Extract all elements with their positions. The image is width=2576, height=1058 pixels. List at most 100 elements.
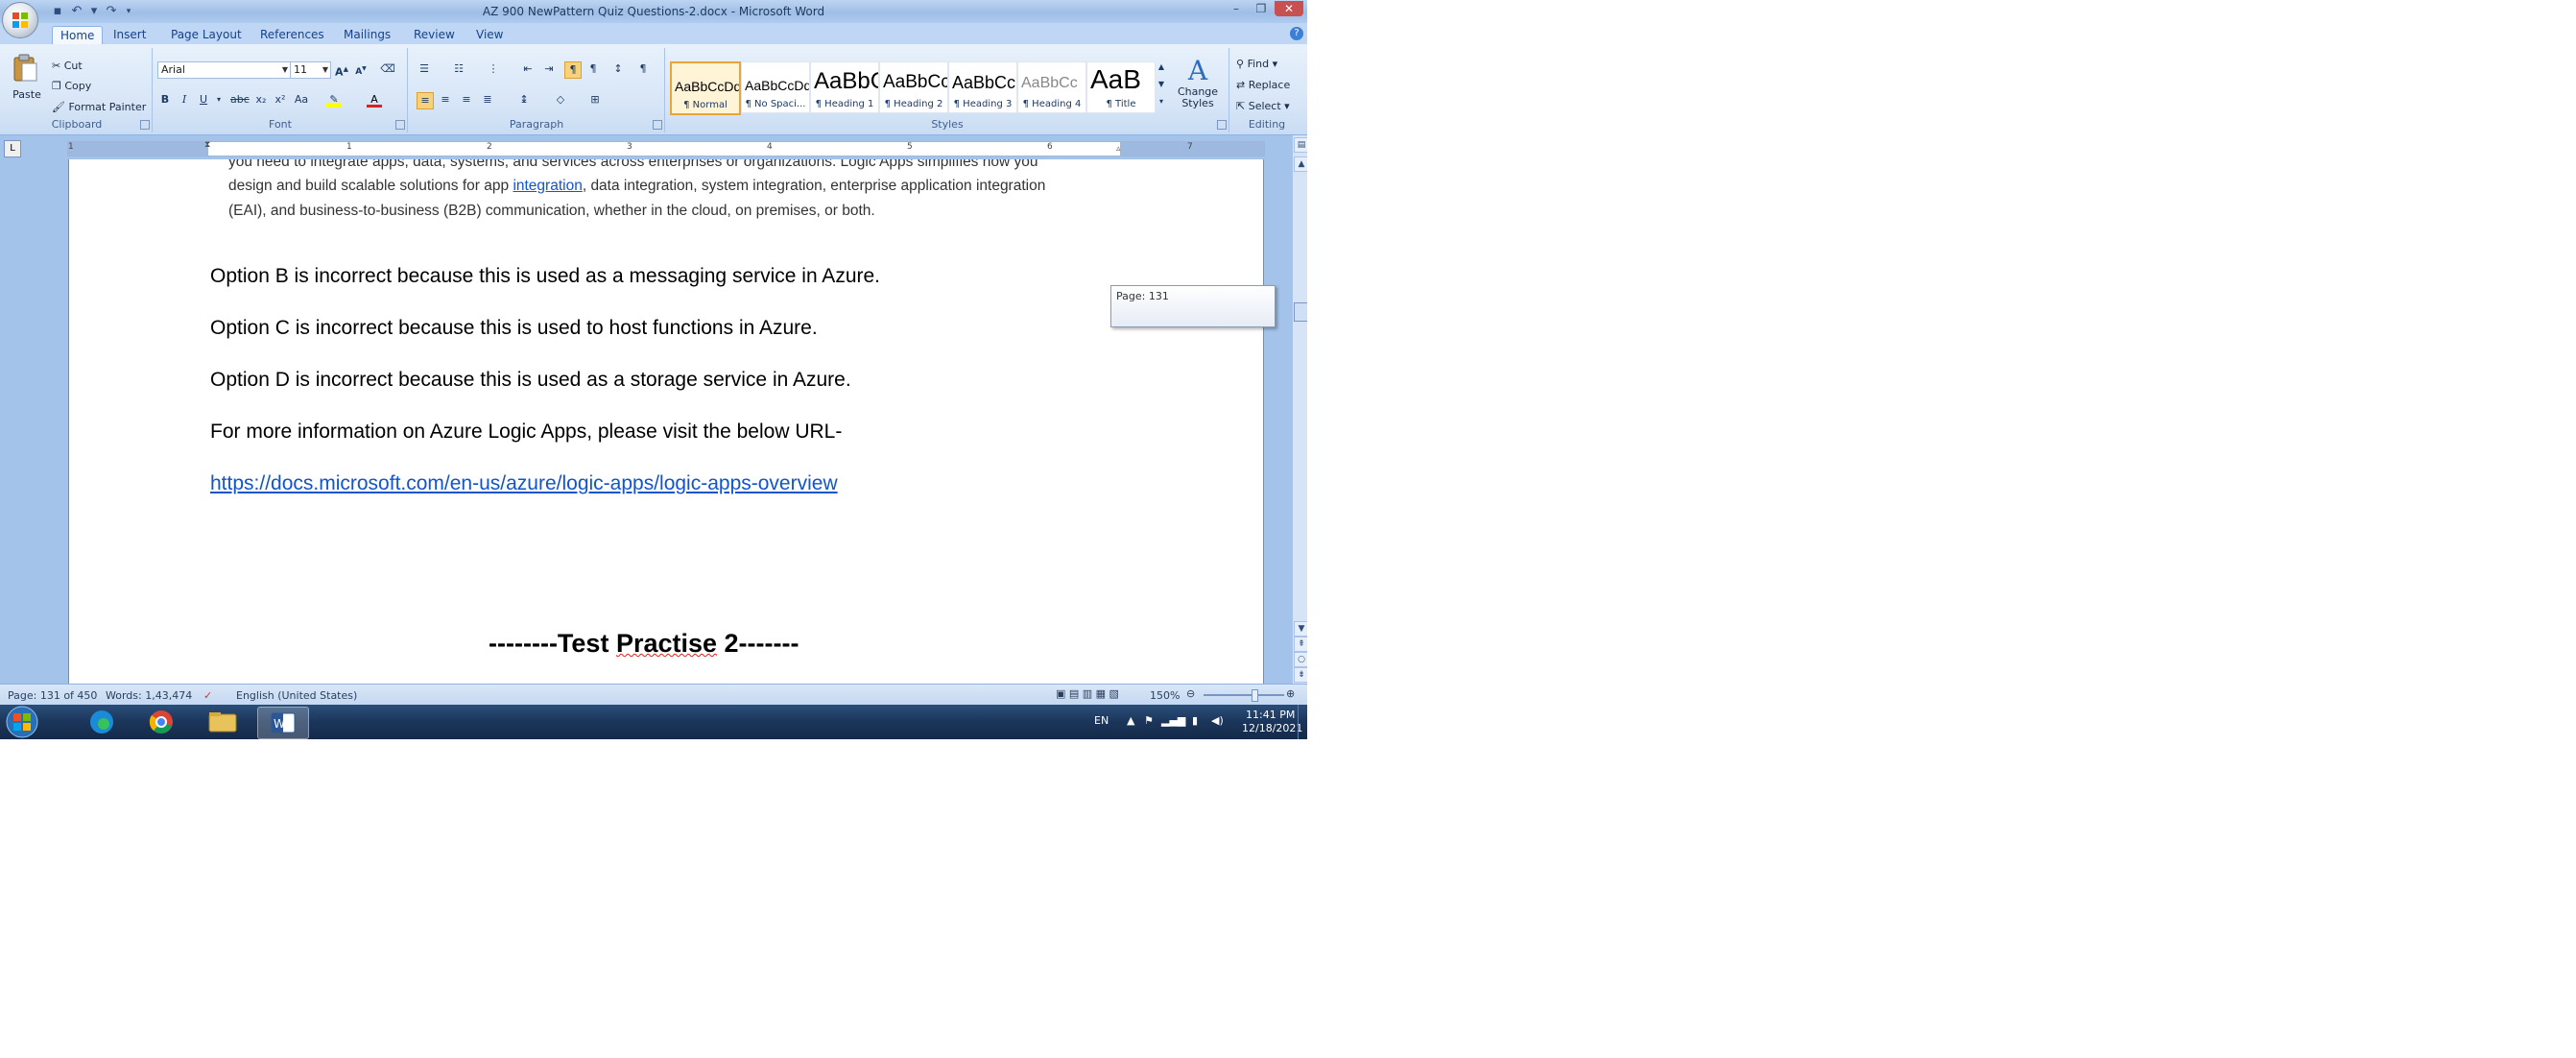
action-center-flag-icon[interactable]: ⚑ (1144, 714, 1154, 727)
styles-scroll-up-icon[interactable]: ▲ (1154, 60, 1169, 75)
change-styles-button[interactable]: A Change Styles (1171, 56, 1225, 119)
paragraph-launcher-icon[interactable] (653, 120, 662, 130)
font-name-combo[interactable]: Arial ▼ (157, 61, 291, 79)
sort-icon[interactable]: ↕ (610, 61, 626, 77)
start-button[interactable] (4, 706, 46, 738)
format-painter-button[interactable]: 🖌 Format Painter (52, 101, 146, 113)
tab-page-layout[interactable]: Page Layout (163, 26, 250, 44)
right-indent-marker-icon[interactable]: ▵ (1116, 144, 1121, 154)
style-title[interactable]: AaB ¶ Title (1086, 61, 1156, 113)
next-page-icon[interactable]: ⇟ (1294, 667, 1307, 683)
tab-insert[interactable]: Insert (106, 26, 154, 44)
scroll-thumb[interactable] (1294, 302, 1307, 322)
show-marks-icon[interactable]: ¶ (635, 61, 651, 77)
taskbar-explorer[interactable] (198, 707, 248, 737)
browse-object-icon[interactable]: ○ (1294, 652, 1307, 667)
minimize-icon[interactable]: – (1225, 1, 1248, 16)
network-icon[interactable]: ▂▄▆ (1161, 714, 1185, 727)
previous-page-icon[interactable]: ⇞ (1294, 637, 1307, 652)
underline-dropdown-icon[interactable]: ▾ (211, 92, 227, 108)
vertical-scrollbar[interactable]: ▤ ▲ ▼ ⇞ ○ ⇟ (1292, 135, 1307, 684)
select-button[interactable]: ⇱ Select ▾ (1236, 100, 1290, 112)
paste-button[interactable]: Paste (12, 54, 42, 109)
restore-icon[interactable]: ❐ (1250, 1, 1273, 16)
tab-home[interactable]: Home (52, 26, 104, 45)
horizontal-ruler[interactable]: 1 1 2 3 4 5 6 7 ⧗ ▵ (67, 140, 1265, 156)
proofing-icon[interactable]: ✓ (203, 689, 212, 702)
line-spacing-icon[interactable]: ↨ (516, 92, 532, 108)
help-icon[interactable]: ? (1290, 27, 1303, 40)
strikethrough-icon[interactable]: abc (230, 92, 250, 108)
logic-apps-url-link[interactable]: https://docs.microsoft.com/en-us/azure/l… (210, 472, 838, 495)
rtl-icon[interactable]: ¶ (585, 61, 601, 77)
integration-link[interactable]: integration (513, 178, 582, 194)
style-heading-3[interactable]: AaBbCc ¶ Heading 3 (948, 61, 1017, 113)
highlight-icon[interactable]: ✎ (326, 92, 342, 108)
indent-marker-icon[interactable]: ⧗ (204, 140, 210, 150)
style-normal[interactable]: AaBbCcDd ¶ Normal (670, 61, 741, 115)
ltr-icon[interactable]: ¶ (564, 61, 582, 79)
styles-launcher-icon[interactable] (1217, 120, 1227, 130)
tab-mailings[interactable]: Mailings (336, 26, 398, 44)
italic-icon[interactable]: I (177, 92, 192, 108)
align-left-icon[interactable]: ≡ (417, 92, 434, 109)
copy-button[interactable]: ❐ Copy (52, 80, 91, 92)
taskbar-word[interactable]: W (257, 707, 309, 739)
subscript-icon[interactable]: x₂ (253, 92, 269, 108)
align-right-icon[interactable]: ≡ (459, 92, 474, 108)
decrease-indent-icon[interactable]: ⇤ (520, 61, 536, 77)
view-ruler-icon[interactable]: ▤ (1294, 137, 1307, 153)
zoom-slider-thumb[interactable] (1252, 689, 1258, 702)
font-color-icon[interactable]: A (367, 92, 382, 108)
clear-formatting-icon[interactable]: ⌫ (380, 61, 395, 77)
style-heading-4[interactable]: AaBbCc ¶ Heading 4 (1017, 61, 1086, 113)
styles-scroll-down-icon[interactable]: ▼ (1154, 77, 1169, 92)
underline-icon[interactable]: U (196, 92, 211, 108)
bullets-icon[interactable]: ☰ (417, 61, 432, 77)
view-buttons[interactable]: ▣ ▤ ▥ ▦ ▧ (1056, 687, 1119, 700)
font-launcher-icon[interactable] (395, 120, 405, 130)
page-count[interactable]: Page: 131 of 450 (8, 689, 97, 702)
align-center-icon[interactable]: ≡ (438, 92, 453, 108)
zoom-slider[interactable] (1204, 694, 1284, 696)
style-heading-2[interactable]: AaBbCc ¶ Heading 2 (879, 61, 948, 113)
close-icon[interactable]: ✕ (1275, 1, 1303, 16)
clipboard-launcher-icon[interactable] (140, 120, 150, 130)
tab-review[interactable]: Review (406, 26, 463, 44)
bold-icon[interactable]: B (157, 92, 173, 108)
tab-view[interactable]: View (468, 26, 511, 44)
find-button[interactable]: ⚲ Find ▾ (1236, 58, 1277, 70)
superscript-icon[interactable]: x² (273, 92, 288, 108)
power-icon[interactable]: ▮ (1192, 714, 1198, 727)
shrink-font-icon[interactable]: A▼ (353, 61, 369, 77)
styles-more-icon[interactable]: ▾ (1154, 94, 1169, 109)
numbering-icon[interactable]: ☷ (451, 61, 466, 77)
volume-icon[interactable]: ◀) (1211, 714, 1224, 727)
show-hidden-icons-icon[interactable]: ▲ (1127, 714, 1134, 727)
zoom-out-icon[interactable]: ⊖ (1186, 687, 1195, 700)
zoom-level[interactable]: 150% (1150, 689, 1180, 702)
language-indicator[interactable]: EN (1094, 714, 1109, 727)
clock-date[interactable]: 12/18/2021 (1242, 722, 1302, 734)
multilevel-list-icon[interactable]: ⋮ (486, 61, 501, 77)
grow-font-icon[interactable]: A▲ (334, 61, 349, 79)
tab-selector-icon[interactable]: L (4, 140, 21, 157)
office-button[interactable] (2, 2, 38, 38)
word-count[interactable]: Words: 1,43,474 (106, 689, 192, 702)
justify-icon[interactable]: ≣ (480, 92, 495, 108)
clock-time[interactable]: 11:41 PM (1246, 709, 1295, 721)
font-size-combo[interactable]: 11 ▼ (290, 61, 331, 79)
replace-button[interactable]: ⇄ Replace (1236, 79, 1290, 91)
style-no-spacing[interactable]: AaBbCcDd ¶ No Spaci... (741, 61, 810, 113)
scroll-up-icon[interactable]: ▲ (1294, 156, 1307, 172)
show-desktop-button[interactable] (1298, 705, 1307, 739)
shading-icon[interactable]: ◇ (553, 92, 568, 108)
taskbar-edge[interactable] (77, 707, 127, 737)
change-case-icon[interactable]: Aa (294, 92, 309, 108)
scroll-down-icon[interactable]: ▼ (1294, 621, 1307, 637)
cut-button[interactable]: ✂ Cut (52, 60, 83, 72)
tab-references[interactable]: References (252, 26, 332, 44)
increase-indent-icon[interactable]: ⇥ (541, 61, 557, 77)
document-page[interactable]: you need to integrate apps, data, system… (68, 159, 1264, 684)
taskbar-chrome[interactable] (136, 707, 186, 737)
